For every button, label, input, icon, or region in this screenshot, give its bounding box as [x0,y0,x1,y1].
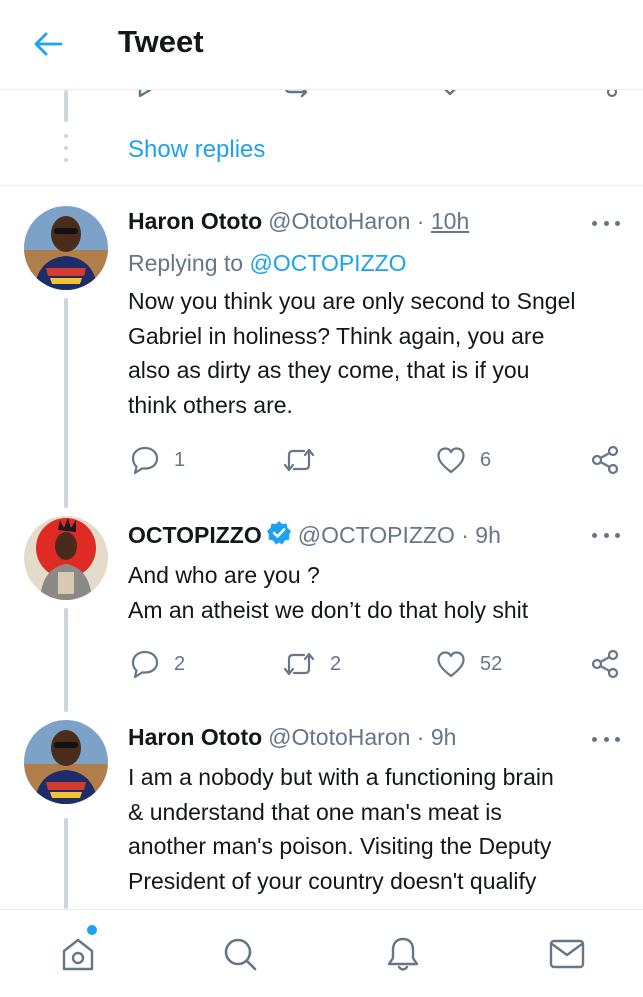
share-button[interactable] [590,442,620,478]
like-button[interactable]: 6 [436,442,491,478]
timestamp[interactable]: 10h [431,208,469,234]
avatar[interactable] [24,516,108,600]
mention-link[interactable]: @OCTOPIZZO [249,250,406,276]
reply-bubble-icon [131,446,159,475]
back-button[interactable] [28,26,68,62]
nav-home-button[interactable] [56,932,100,976]
tweet-text-line: also as dirty as they come, that is if y… [128,357,530,383]
separator-dot: · [416,724,425,750]
handle[interactable]: @OCTOPIZZO [298,522,455,548]
share-button[interactable] [590,646,620,682]
tweet-text-line: Now you think you are only second to Sng… [128,288,576,314]
timestamp[interactable]: 9h [475,522,501,548]
reply-button[interactable]: 2 [130,646,185,682]
tweet-text-line: another man's poison. Visiting the Deput… [128,833,552,859]
tweet-actions: 1 6 [0,442,643,478]
tweet-header: Haron Ototo @OtotoHaron · 9h [128,724,456,751]
mail-icon [549,939,585,969]
tweet-actions: 2 2 52 [0,646,643,682]
new-content-indicator [87,925,97,935]
avatar[interactable] [24,206,108,290]
share-icon [591,649,619,679]
tweet-text: I am a nobody but with a functioning bra… [128,760,628,898]
display-name[interactable]: OCTOPIZZO [128,522,262,548]
handle[interactable]: @OtotoHaron [268,208,410,234]
nav-search-button[interactable] [218,932,262,976]
display-name[interactable]: Haron Ototo [128,208,262,234]
tweet-text-line: Am an atheist we don’t do that holy shit [128,596,529,623]
bottom-navigation [0,909,643,997]
like-count: 52 [480,652,503,675]
like-count: 6 [480,448,492,471]
tweet[interactable]: OCTOPIZZO @OCTOPIZZO · 9h And who are yo… [0,504,643,694]
search-icon [224,938,257,971]
separator-dot: · [416,208,425,234]
retweet-button[interactable]: 2 [282,646,341,682]
tweet-header: OCTOPIZZO @OCTOPIZZO · 9h [128,520,501,549]
avatar[interactable] [24,720,108,804]
like-button[interactable]: 52 [436,646,502,682]
home-icon [62,938,94,971]
tweet-text: And who are you ? Am an atheist we don’t… [128,558,628,627]
page-title: Tweet [118,24,204,59]
share-icon [591,445,619,475]
retweet-count: 2 [330,652,342,675]
more-dots-icon[interactable] [592,530,620,540]
heart-icon [437,447,465,474]
show-replies-link[interactable]: Show replies [128,136,265,164]
reply-count: 1 [174,448,186,471]
reply-bubble-icon [131,650,159,679]
tweet-header: Haron Ototo @OtotoHaron · 10h [128,208,469,235]
reply-count: 2 [174,652,186,675]
heart-icon [437,651,465,678]
reply-button[interactable]: 1 [130,442,185,478]
thread-line [64,298,68,508]
tweet-text-line: think others are. [128,391,293,418]
nav-notifications-button[interactable] [381,932,425,976]
tweet[interactable]: Haron Ototo @OtotoHaron · 9h I am a nobod… [0,694,643,909]
tweet-text-line: I am a nobody but with a functioning bra… [128,764,554,790]
more-dots-icon[interactable] [592,218,620,228]
retweet-icon [283,448,315,472]
tweet-text-line: And who are you ? [128,562,320,588]
tweet-text: Now you think you are only second to Sng… [128,284,628,422]
retweet-icon [283,652,315,676]
nav-messages-button[interactable] [545,932,589,976]
thread-line [64,90,68,122]
replying-to: Replying to @OCTOPIZZO [128,250,407,277]
replying-prefix: Replying to [128,250,244,276]
timestamp[interactable]: 9h [431,724,457,750]
tweet-text-line: Gabriel in holiness? Think again, you ar… [128,322,545,349]
tweet[interactable]: Haron Ototo @OtotoHaron · 10h Replying to… [0,186,643,504]
arrow-left-icon [34,32,63,56]
display-name[interactable]: Haron Ototo [128,724,262,750]
thread-dots [63,134,69,172]
verified-badge-icon [266,521,291,545]
thread-line [64,818,68,909]
separator-dot: · [461,522,469,548]
retweet-button[interactable] [282,442,330,478]
top-app-bar: Tweet [0,0,643,90]
tweet-text-line: & understand that one man's meat is [128,798,502,825]
more-dots-icon[interactable] [592,734,620,744]
tweet-text-line: President of your country doesn't qualif… [128,867,537,894]
handle[interactable]: @OtotoHaron [268,724,410,750]
bell-icon [387,937,419,971]
